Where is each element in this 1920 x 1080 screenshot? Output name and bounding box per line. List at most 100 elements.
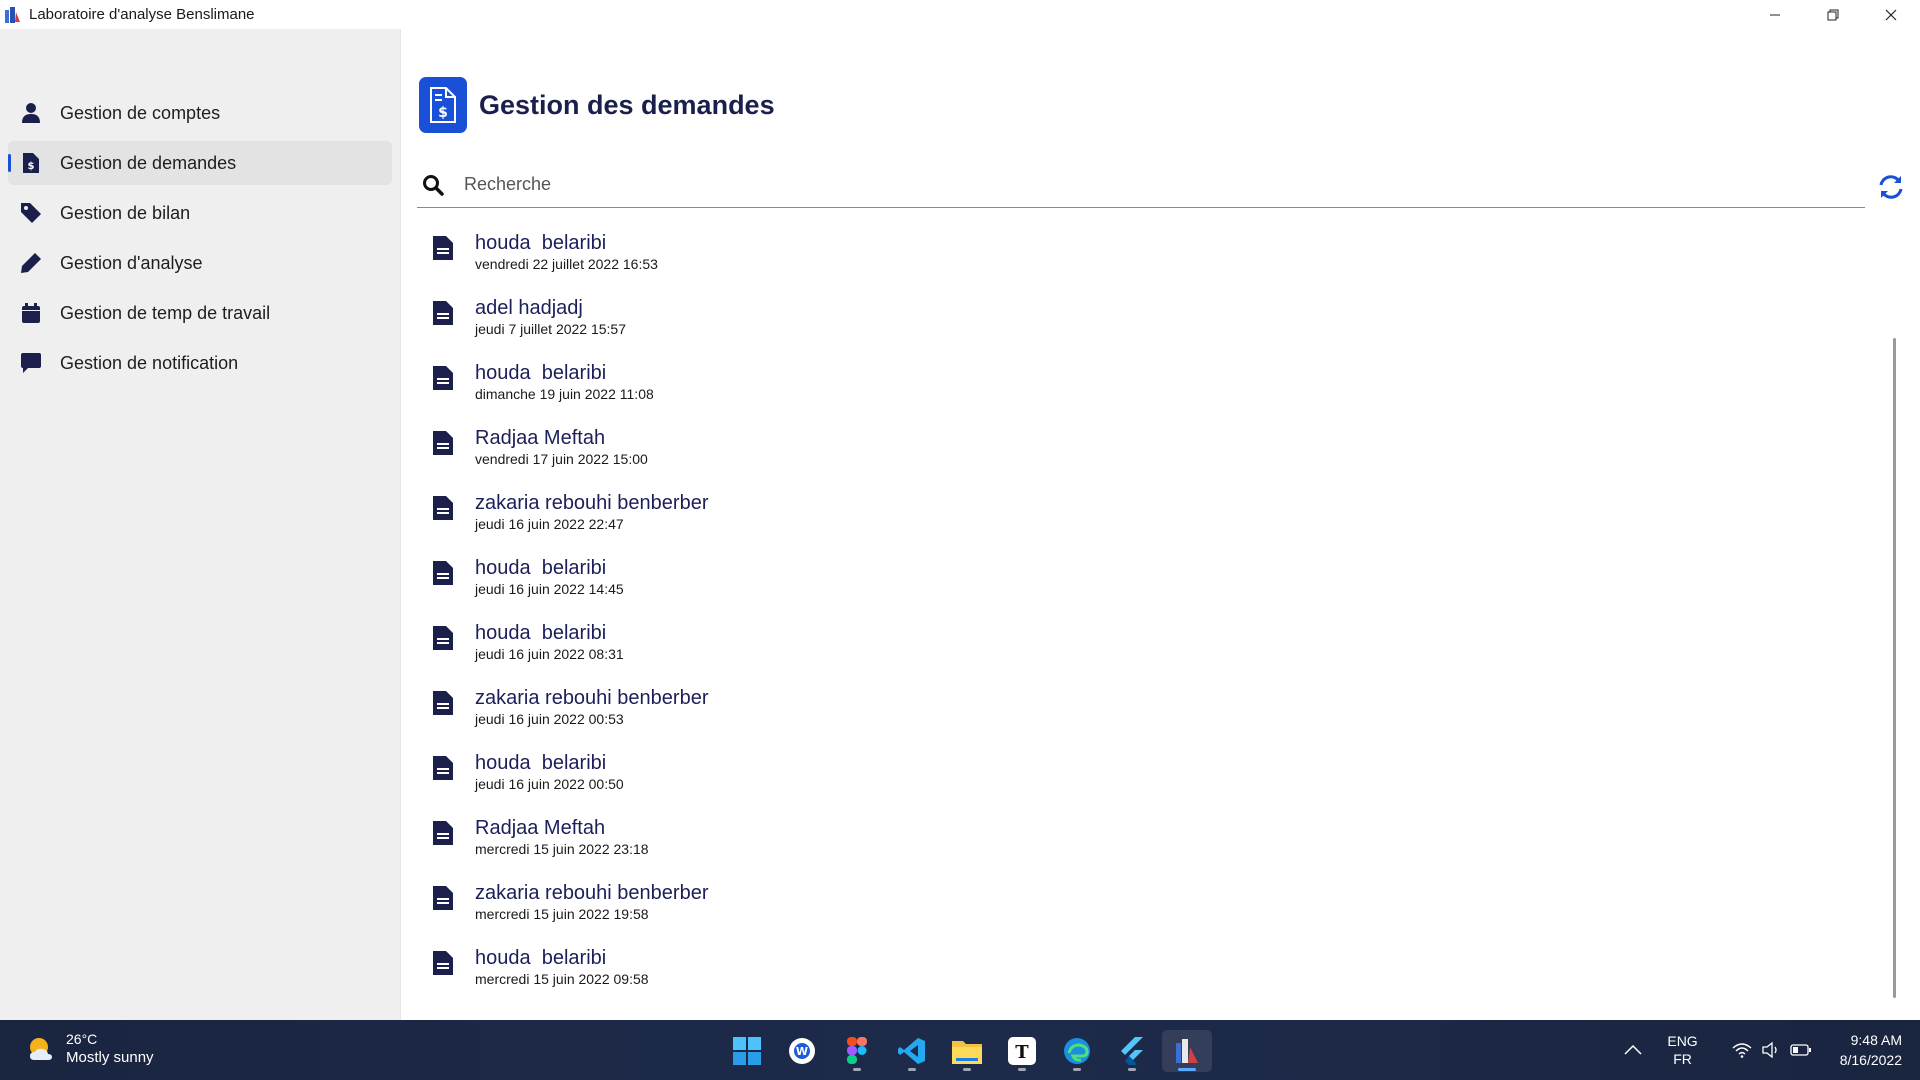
sidebar-item-demandes[interactable]: $ Gestion de demandes — [8, 141, 392, 185]
file-icon — [433, 366, 453, 390]
language-indicator[interactable]: ENG FR — [1667, 1032, 1697, 1068]
list-item[interactable]: houda belaribi vendredi 22 juillet 2022 1… — [431, 224, 1831, 289]
battery-icon — [1790, 1043, 1812, 1057]
request-name: houda belaribi — [475, 557, 607, 579]
list-item[interactable]: Radjaa Meftah vendredi 17 juin 2022 15:00 — [431, 419, 1831, 484]
volume-icon — [1762, 1042, 1780, 1058]
clock-time: 9:48 AM — [1850, 1032, 1902, 1048]
request-date: jeudi 16 juin 2022 22:47 — [475, 516, 624, 532]
restore-icon — [1827, 9, 1839, 20]
language-secondary: FR — [1673, 1051, 1692, 1067]
request-name: adel hadjadj — [475, 297, 583, 319]
request-name: houda belaribi — [475, 622, 607, 644]
list-item[interactable]: houda belaribi jeudi 16 juin 2022 14:45 — [431, 549, 1831, 614]
request-date: mercredi 15 juin 2022 09:58 — [475, 971, 649, 987]
request-date: mercredi 15 juin 2022 23:18 — [475, 841, 649, 857]
file-icon — [433, 496, 453, 520]
request-name: houda belaribi — [475, 232, 607, 254]
file-icon — [433, 951, 453, 975]
list-item[interactable]: zakaria rebouhi benberber jeudi 16 juin 2… — [431, 679, 1831, 744]
list-item[interactable]: houda belaribi jeudi 16 juin 2022 00:50 — [431, 744, 1831, 809]
sidebar-item-notification[interactable]: Gestion de notification — [8, 341, 392, 385]
flutter-icon[interactable] — [1107, 1030, 1157, 1072]
request-date: jeudi 16 juin 2022 08:31 — [475, 646, 624, 662]
system-tray: ENG FR 9:48 AM 8/16/2022 — [1623, 1020, 1920, 1080]
weather-widget[interactable]: 26°C Mostly sunny — [26, 1030, 154, 1068]
page-header: $ Gestion des demandes — [419, 77, 775, 133]
sidebar-item-bilan[interactable]: Gestion de bilan — [8, 191, 392, 235]
edge-icon[interactable] — [1052, 1030, 1102, 1072]
weather-description: Mostly sunny — [66, 1049, 154, 1066]
svg-text:T: T — [1015, 1042, 1029, 1063]
minimize-icon — [1770, 14, 1780, 15]
sidebar-item-label: Gestion de temp de travail — [60, 302, 271, 323]
request-date: vendredi 17 juin 2022 15:00 — [475, 451, 648, 467]
request-name: houda belaribi — [475, 947, 607, 969]
request-name: zakaria rebouhi benberber — [475, 882, 709, 904]
search-input[interactable] — [464, 174, 1814, 195]
tray-icons[interactable] — [1722, 1042, 1812, 1058]
list-item[interactable]: zakaria rebouhi benberber mercredi 15 jui… — [431, 874, 1831, 939]
request-date: mercredi 15 juin 2022 19:58 — [475, 906, 649, 922]
sidebar-item-label: Gestion de comptes — [60, 102, 221, 123]
request-name: zakaria rebouhi benberber — [475, 492, 709, 514]
chevron-up-icon[interactable] — [1623, 1044, 1643, 1056]
list-item[interactable]: adel hadjadj jeudi 7 juillet 2022 15:57 — [431, 289, 1831, 354]
list-item[interactable]: Radjaa Meftah mercredi 15 juin 2022 23:18 — [431, 809, 1831, 874]
minimize-button[interactable] — [1746, 0, 1804, 29]
list-item[interactable]: houda belaribi dimanche 19 juin 2022 11:0… — [431, 354, 1831, 419]
file-icon — [433, 431, 453, 455]
window-controls — [1746, 0, 1920, 29]
request-date: jeudi 16 juin 2022 14:45 — [475, 581, 624, 597]
window-title: Laboratoire d'analyse Benslimane — [29, 6, 255, 23]
file-icon — [433, 236, 453, 260]
file-icon — [433, 301, 453, 325]
request-date: jeudi 16 juin 2022 00:53 — [475, 711, 624, 727]
figma-icon[interactable] — [832, 1030, 882, 1072]
wifi-icon — [1732, 1042, 1752, 1058]
taskbar: 26°C Mostly sunny W T ENG FR 9:48 AM 8/1… — [0, 1020, 1920, 1080]
sun-cloud-icon — [30, 1038, 52, 1060]
sidebar-item-label: Gestion d'analyse — [60, 252, 203, 273]
list-item[interactable]: houda belaribi jeudi 16 juin 2022 08:31 — [431, 614, 1831, 679]
taskbar-apps: W T — [722, 1030, 1217, 1072]
weather-temperature: 26°C — [66, 1031, 98, 1047]
restore-button[interactable] — [1804, 0, 1862, 29]
close-button[interactable] — [1862, 0, 1920, 29]
search-app-icon[interactable]: W — [777, 1030, 827, 1072]
invoice-icon: $ — [20, 152, 42, 174]
request-date: vendredi 22 juillet 2022 16:53 — [475, 256, 658, 272]
clock[interactable]: 9:48 AM 8/16/2022 — [1840, 1030, 1902, 1070]
request-date: jeudi 16 juin 2022 00:50 — [475, 776, 624, 792]
language-primary: ENG — [1667, 1033, 1698, 1049]
close-icon — [1885, 9, 1897, 20]
scrollbar[interactable] — [1893, 338, 1896, 998]
windows-start-icon[interactable] — [722, 1030, 772, 1072]
vscode-icon[interactable] — [887, 1030, 937, 1072]
request-name: Radjaa Meftah — [475, 427, 606, 449]
file-icon — [433, 756, 453, 780]
list-item[interactable]: zakaria rebouhi benberber jeudi 16 juin 2… — [431, 484, 1831, 549]
sidebar-item-comptes[interactable]: Gestion de comptes — [8, 91, 392, 135]
sidebar-item-temps-travail[interactable]: Gestion de temp de travail — [8, 291, 392, 335]
request-date: dimanche 19 juin 2022 11:08 — [475, 386, 654, 402]
comment-icon — [20, 352, 42, 374]
refresh-icon[interactable] — [1877, 173, 1905, 201]
file-icon — [433, 691, 453, 715]
file-icon — [433, 821, 453, 845]
main-panel: $ Gestion des demandes houda belaribi ven… — [400, 29, 1920, 1020]
request-name: houda belaribi — [475, 362, 607, 384]
lab-app-icon[interactable] — [1162, 1030, 1212, 1072]
file-icon — [433, 561, 453, 585]
list-item[interactable]: houda belaribi mercredi 15 juin 2022 09:5… — [431, 939, 1831, 1004]
tag-icon — [20, 202, 42, 224]
file-icon — [433, 626, 453, 650]
file-explorer-icon[interactable] — [942, 1030, 992, 1072]
sidebar-item-label: Gestion de bilan — [60, 202, 191, 223]
request-name: Radjaa Meftah — [475, 817, 606, 839]
svg-text:$: $ — [28, 161, 35, 172]
typora-icon[interactable]: T — [997, 1030, 1047, 1072]
svg-text:W: W — [796, 1045, 808, 1058]
svg-text:$: $ — [438, 105, 448, 121]
sidebar-item-analyse[interactable]: Gestion d'analyse — [8, 241, 392, 285]
